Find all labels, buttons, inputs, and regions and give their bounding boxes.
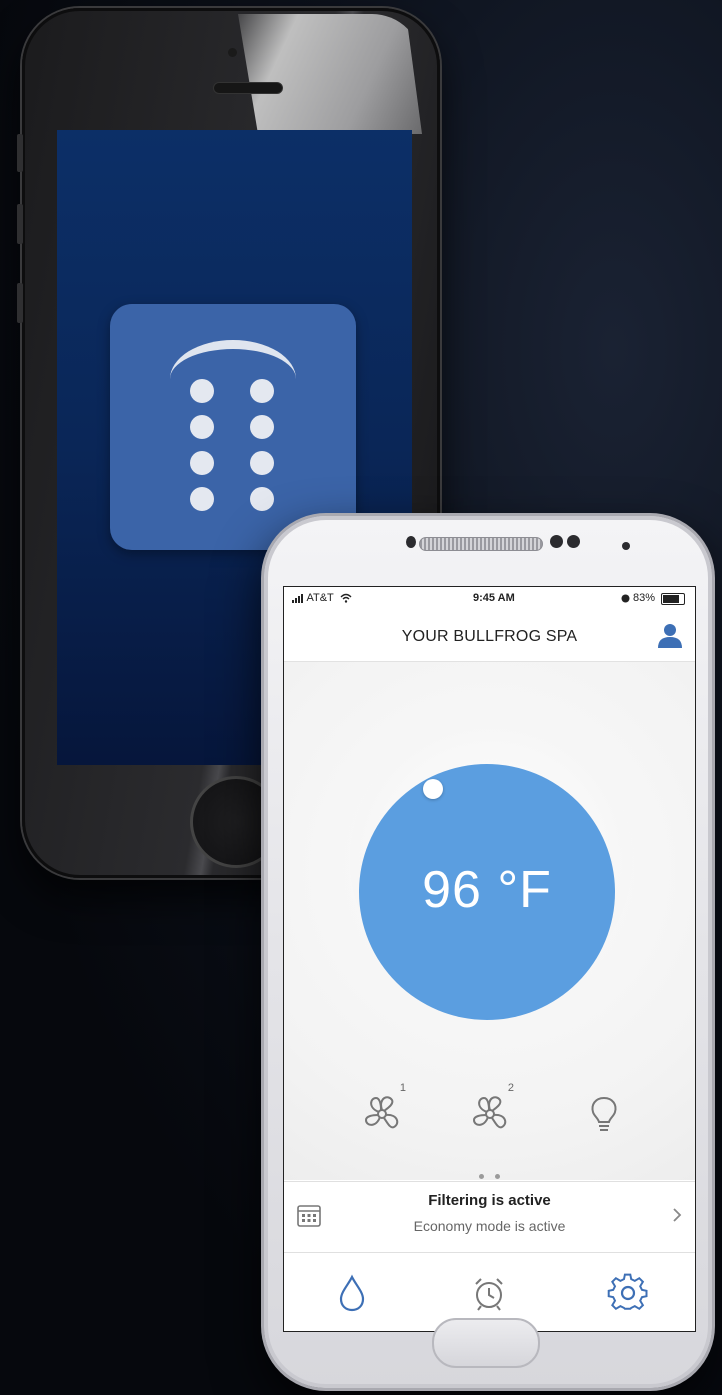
jet-pump-1-button[interactable]: 1 xyxy=(354,1082,410,1140)
clock: 9:45 AM xyxy=(473,592,515,604)
lightbulb-icon xyxy=(591,1096,617,1131)
battery-icon xyxy=(661,593,685,605)
app-screen: AT&T 9:45 AM 83% YOUR BULLFROG SPA 96 °F… xyxy=(283,586,696,1332)
app-icon-dot xyxy=(250,487,274,511)
app-icon-arc xyxy=(170,340,296,379)
earpiece-grille xyxy=(419,537,543,551)
app-icon-dot xyxy=(250,379,274,403)
proximity-sensor xyxy=(406,536,416,548)
economy-status: Economy mode is active xyxy=(413,1218,566,1234)
bezel-glare xyxy=(238,14,422,134)
filtering-status: Filtering is active xyxy=(428,1192,551,1209)
battery-percent: 83% xyxy=(621,592,655,604)
earpiece-speaker xyxy=(213,82,283,94)
light-button[interactable] xyxy=(576,1084,632,1140)
filter-status-row[interactable]: Filtering is active Economy mode is acti… xyxy=(284,1181,695,1253)
app-icon-dot xyxy=(250,451,274,475)
wifi-icon xyxy=(340,593,352,603)
jet-pump-2-button[interactable]: 2 xyxy=(462,1082,518,1140)
notification-led xyxy=(622,542,630,550)
pump-number-badge: 2 xyxy=(507,1082,514,1094)
temperature-value: 96 °F xyxy=(422,861,552,919)
mute-switch xyxy=(17,134,23,172)
carrier-label: AT&T xyxy=(292,592,352,604)
page-dot xyxy=(494,1174,500,1179)
user-icon[interactable] xyxy=(655,621,685,651)
status-bar: AT&T 9:45 AM 83% xyxy=(284,587,695,611)
front-camera xyxy=(228,48,237,57)
front-camera xyxy=(550,535,563,548)
page-title: YOUR BULLFROG SPA xyxy=(401,628,578,645)
pump-number-badge: 1 xyxy=(399,1082,406,1094)
app-header: YOUR BULLFROG SPA xyxy=(284,611,695,662)
battery-level: 83% xyxy=(632,592,655,604)
spa-dashboard: 96 °F 1 2 xyxy=(284,662,695,1180)
app-icon-dot xyxy=(250,415,274,439)
carrier-name: AT&T xyxy=(306,592,334,604)
remote-control-app-icon xyxy=(110,304,356,550)
chevron-right-icon xyxy=(673,1208,682,1222)
settings-gear-icon[interactable] xyxy=(606,1271,650,1315)
volume-up-button xyxy=(17,204,23,244)
light-sensor xyxy=(567,535,580,548)
galaxy-home-button[interactable] xyxy=(432,1318,540,1368)
water-drop-icon[interactable] xyxy=(330,1271,374,1315)
alarm-status-icon xyxy=(621,594,630,603)
temperature-slider-handle[interactable] xyxy=(423,779,443,799)
front-phone: AT&T 9:45 AM 83% YOUR BULLFROG SPA 96 °F… xyxy=(264,516,712,1388)
app-icon-dot xyxy=(190,451,214,475)
app-icon-dot xyxy=(190,415,214,439)
app-icon-dot xyxy=(190,487,214,511)
volume-down-button xyxy=(17,283,23,323)
page-dot xyxy=(479,1174,485,1179)
alarm-clock-icon[interactable] xyxy=(467,1271,511,1315)
app-icon-dot xyxy=(190,379,214,403)
signal-icon xyxy=(292,593,303,603)
